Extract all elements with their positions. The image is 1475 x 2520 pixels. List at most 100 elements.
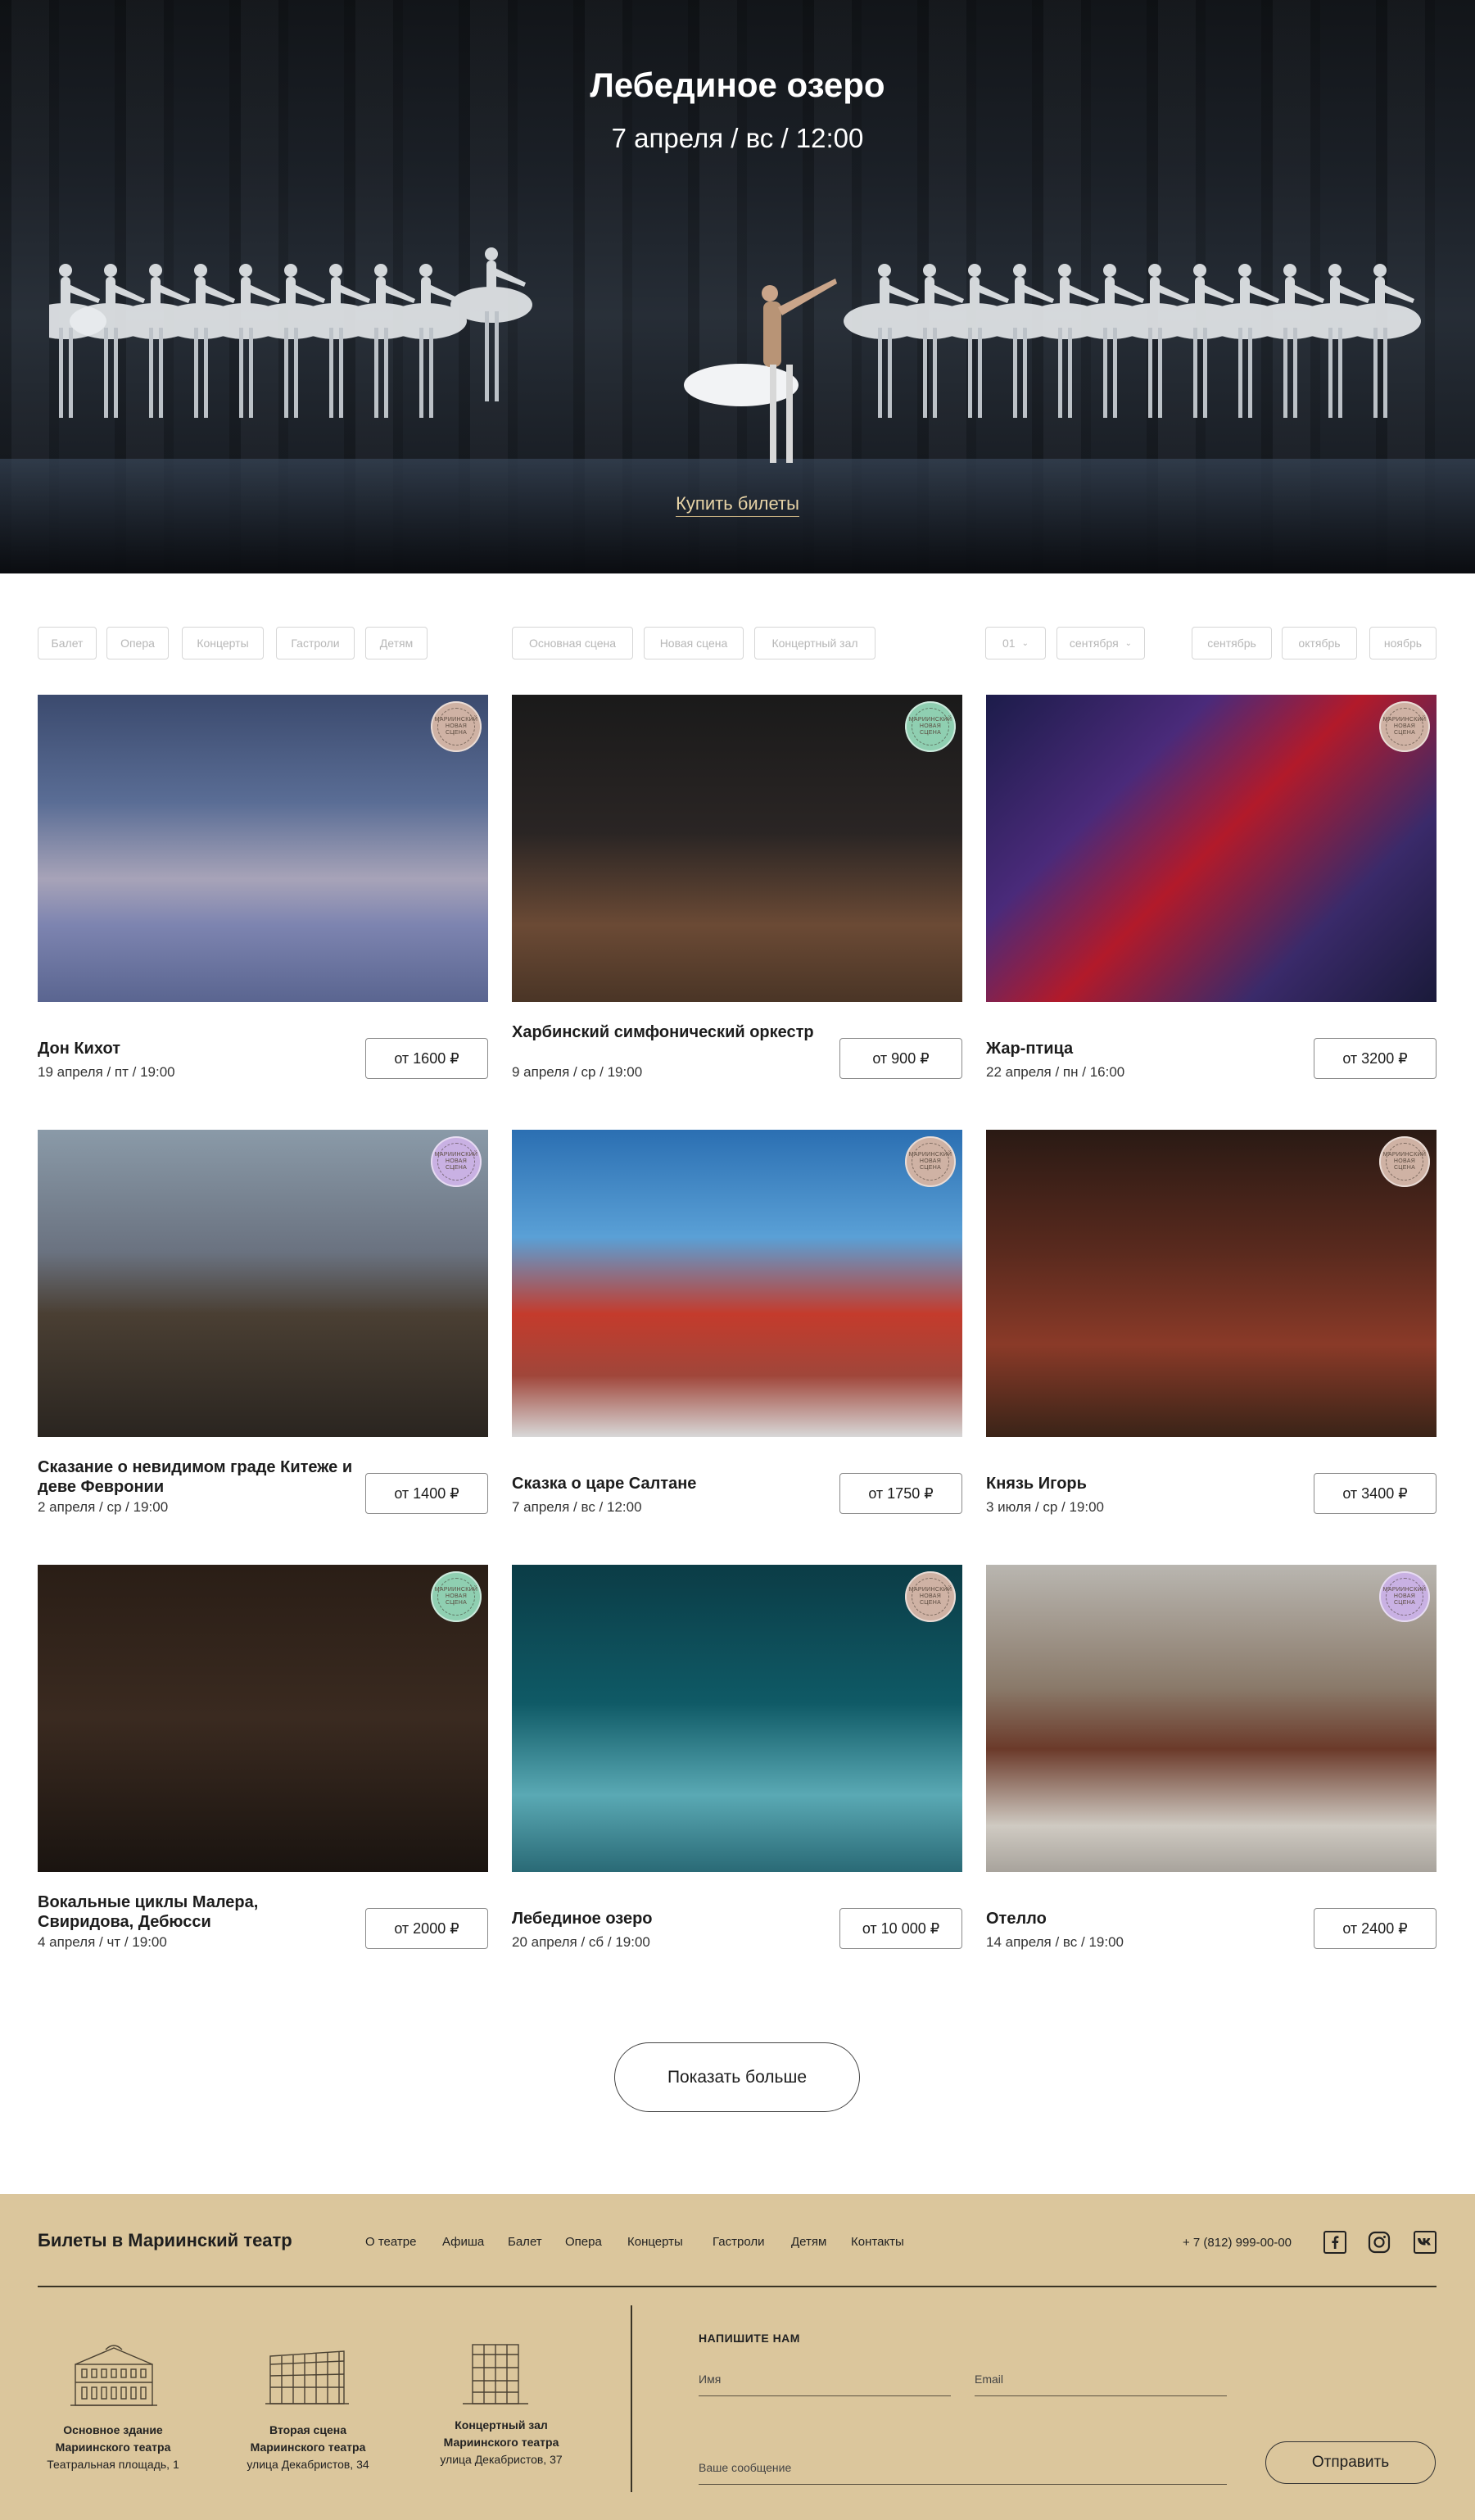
event-title[interactable]: Харбинский симфонический оркестр: [512, 1022, 831, 1042]
filter-genre-tours[interactable]: Гастроли: [276, 627, 355, 659]
concert-hall-caption: Концертный зал Мариинского театра улица …: [411, 2417, 591, 2468]
event-title[interactable]: Отелло: [986, 1909, 1305, 1929]
filter-venue-main-stage[interactable]: Основная сцена: [512, 627, 633, 659]
send-button[interactable]: Отправить: [1265, 2441, 1436, 2484]
main-building-caption: Основное здание Мариинского театра Театр…: [23, 2422, 203, 2473]
price-button[interactable]: от 2000 ₽: [365, 1908, 488, 1949]
show-more-button[interactable]: Показать больше: [614, 2042, 860, 2112]
footer-nav-about[interactable]: О театре: [365, 2235, 416, 2249]
concert-hall-address: улица Декабристов, 37: [440, 2453, 563, 2466]
event-image[interactable]: МАРИИНСКИЙ НОВАЯ СЦЕНА: [38, 1565, 488, 1872]
second-stage-address: улица Декабристов, 34: [247, 2458, 369, 2471]
venue-badge-text: МАРИИНСКИЙ НОВАЯ СЦЕНА: [909, 1143, 952, 1181]
event-title[interactable]: Лебединое озеро: [512, 1909, 831, 1929]
venue-badge-icon: МАРИИНСКИЙ НОВАЯ СЦЕНА: [431, 701, 482, 752]
price-button[interactable]: от 3200 ₽: [1314, 1038, 1437, 1079]
event-date: 7 апреля / вс / 12:00: [512, 1499, 642, 1515]
footer-nav-contacts[interactable]: Контакты: [851, 2235, 904, 2249]
main-building-address: Театральная площадь, 1: [47, 2458, 179, 2471]
filter-month-november[interactable]: ноябрь: [1369, 627, 1437, 659]
footer-nav-opera[interactable]: Опера: [565, 2235, 602, 2249]
footer-nav-afisha[interactable]: Афиша: [442, 2235, 484, 2249]
venue-badge-icon: МАРИИНСКИЙ НОВАЯ СЦЕНА: [1379, 701, 1430, 752]
venue-badge-text: МАРИИНСКИЙ НОВАЯ СЦЕНА: [909, 708, 952, 746]
second-stage-name-1: Вторая сцена: [269, 2423, 346, 2436]
price-button[interactable]: от 1400 ₽: [365, 1473, 488, 1514]
footer-nav-kids[interactable]: Детям: [791, 2235, 826, 2249]
footer: Билеты в Мариинский театр О театре Афиша…: [0, 2194, 1475, 2520]
venue-badge-text: МАРИИНСКИЙ НОВАЯ СЦЕНА: [435, 708, 477, 746]
venue-badge-icon: МАРИИНСКИЙ НОВАЯ СЦЕНА: [431, 1571, 482, 1622]
event-image[interactable]: МАРИИНСКИЙ НОВАЯ СЦЕНА: [986, 1565, 1437, 1872]
footer-nav-concerts[interactable]: Концерты: [627, 2235, 683, 2249]
event-image[interactable]: МАРИИНСКИЙ НОВАЯ СЦЕНА: [512, 1565, 962, 1872]
vk-icon[interactable]: [1414, 2231, 1437, 2254]
venue-badge-text: МАРИИНСКИЙ НОВАЯ СЦЕНА: [1383, 1143, 1426, 1181]
venue-badge-icon: МАРИИНСКИЙ НОВАЯ СЦЕНА: [1379, 1136, 1430, 1187]
venue-badge-text: МАРИИНСКИЙ НОВАЯ СЦЕНА: [435, 1578, 477, 1616]
filter-genre-concerts[interactable]: Концерты: [182, 627, 264, 659]
hero-date: 7 апреля / вс / 12:00: [611, 123, 864, 153]
event-date: 9 апреля / ср / 19:00: [512, 1064, 643, 1080]
concert-hall-building-icon: [463, 2344, 528, 2404]
buy-tickets-link[interactable]: Купить билеты: [676, 493, 799, 517]
footer-divider: [38, 2286, 1437, 2287]
facebook-icon[interactable]: [1323, 2231, 1346, 2254]
name-field[interactable]: Имя: [699, 2373, 951, 2396]
venue-badge-text: МАРИИНСКИЙ НОВАЯ СЦЕНА: [1383, 1578, 1426, 1616]
event-title[interactable]: Князь Игорь: [986, 1474, 1305, 1493]
event-image[interactable]: МАРИИНСКИЙ НОВАЯ СЦЕНА: [986, 695, 1437, 1002]
venue-badge-text: МАРИИНСКИЙ НОВАЯ СЦЕНА: [1383, 708, 1426, 746]
event-image[interactable]: МАРИИНСКИЙ НОВАЯ СЦЕНА: [512, 1130, 962, 1437]
main-building-icon: [70, 2345, 157, 2406]
price-button[interactable]: от 2400 ₽: [1314, 1908, 1437, 1949]
message-field[interactable]: Ваше сообщение: [699, 2461, 1227, 2485]
event-title[interactable]: Сказание о невидимом граде Китеже и деве…: [38, 1457, 357, 1497]
footer-nav-ballet[interactable]: Балет: [508, 2235, 542, 2249]
main-building-name-1: Основное здание: [63, 2423, 163, 2436]
venue-badge-text: МАРИИНСКИЙ НОВАЯ СЦЕНА: [909, 1578, 952, 1616]
price-button[interactable]: от 1750 ₽: [839, 1473, 962, 1514]
day-select[interactable]: 01 ⌄: [985, 627, 1046, 659]
event-image[interactable]: МАРИИНСКИЙ НОВАЯ СЦЕНА: [986, 1130, 1437, 1437]
filter-month-september[interactable]: сентябрь: [1192, 627, 1272, 659]
filter-genre-ballet[interactable]: Балет: [38, 627, 97, 659]
event-date: 22 апреля / пн / 16:00: [986, 1064, 1125, 1080]
month-select-value: сентября: [1069, 637, 1119, 650]
second-stage-caption: Вторая сцена Мариинского театра улица Де…: [218, 2422, 398, 2473]
chevron-down-icon: ⌄: [1021, 638, 1029, 648]
day-select-value: 01: [1002, 637, 1016, 650]
footer-phone[interactable]: + 7 (812) 999-00-00: [1183, 2236, 1292, 2250]
filter-month-october[interactable]: октябрь: [1282, 627, 1357, 659]
instagram-icon[interactable]: [1368, 2231, 1391, 2254]
event-title[interactable]: Вокальные циклы Малера, Свиридова, Дебюс…: [38, 1892, 357, 1932]
filter-venue-concert-hall[interactable]: Концертный зал: [754, 627, 875, 659]
event-title[interactable]: Жар-птица: [986, 1039, 1305, 1058]
price-button[interactable]: от 900 ₽: [839, 1038, 962, 1079]
event-date: 19 апреля / пт / 19:00: [38, 1064, 175, 1080]
price-button[interactable]: от 1600 ₽: [365, 1038, 488, 1079]
event-date: 4 апреля / чт / 19:00: [38, 1934, 167, 1950]
venue-badge-icon: МАРИИНСКИЙ НОВАЯ СЦЕНА: [905, 701, 956, 752]
filter-venue-new-stage[interactable]: Новая сцена: [644, 627, 744, 659]
event-date: 3 июля / ср / 19:00: [986, 1499, 1105, 1515]
chevron-down-icon: ⌄: [1124, 638, 1133, 648]
event-image[interactable]: МАРИИНСКИЙ НОВАЯ СЦЕНА: [38, 1130, 488, 1437]
email-field[interactable]: Email: [975, 2373, 1227, 2396]
price-button[interactable]: от 3400 ₽: [1314, 1473, 1437, 1514]
event-title[interactable]: Дон Кихот: [38, 1039, 357, 1058]
footer-vertical-divider: [631, 2305, 632, 2492]
event-image[interactable]: МАРИИНСКИЙ НОВАЯ СЦЕНА: [512, 695, 962, 1002]
month-select[interactable]: сентября ⌄: [1056, 627, 1145, 659]
price-button[interactable]: от 10 000 ₽: [839, 1908, 962, 1949]
filter-genre-opera[interactable]: Опера: [106, 627, 169, 659]
venue-badge-icon: МАРИИНСКИЙ НОВАЯ СЦЕНА: [1379, 1571, 1430, 1622]
event-date: 20 апреля / сб / 19:00: [512, 1934, 650, 1950]
hero-ballet-image: [49, 247, 1421, 463]
event-image[interactable]: МАРИИНСКИЙ НОВАЯ СЦЕНА: [38, 695, 488, 1002]
event-title[interactable]: Сказка о царе Салтане: [512, 1474, 831, 1493]
second-stage-name-2: Мариинского театра: [250, 2441, 366, 2454]
footer-nav-tours[interactable]: Гастроли: [713, 2235, 764, 2249]
venue-badge-text: МАРИИНСКИЙ НОВАЯ СЦЕНА: [435, 1143, 477, 1181]
filter-genre-kids[interactable]: Детям: [365, 627, 428, 659]
